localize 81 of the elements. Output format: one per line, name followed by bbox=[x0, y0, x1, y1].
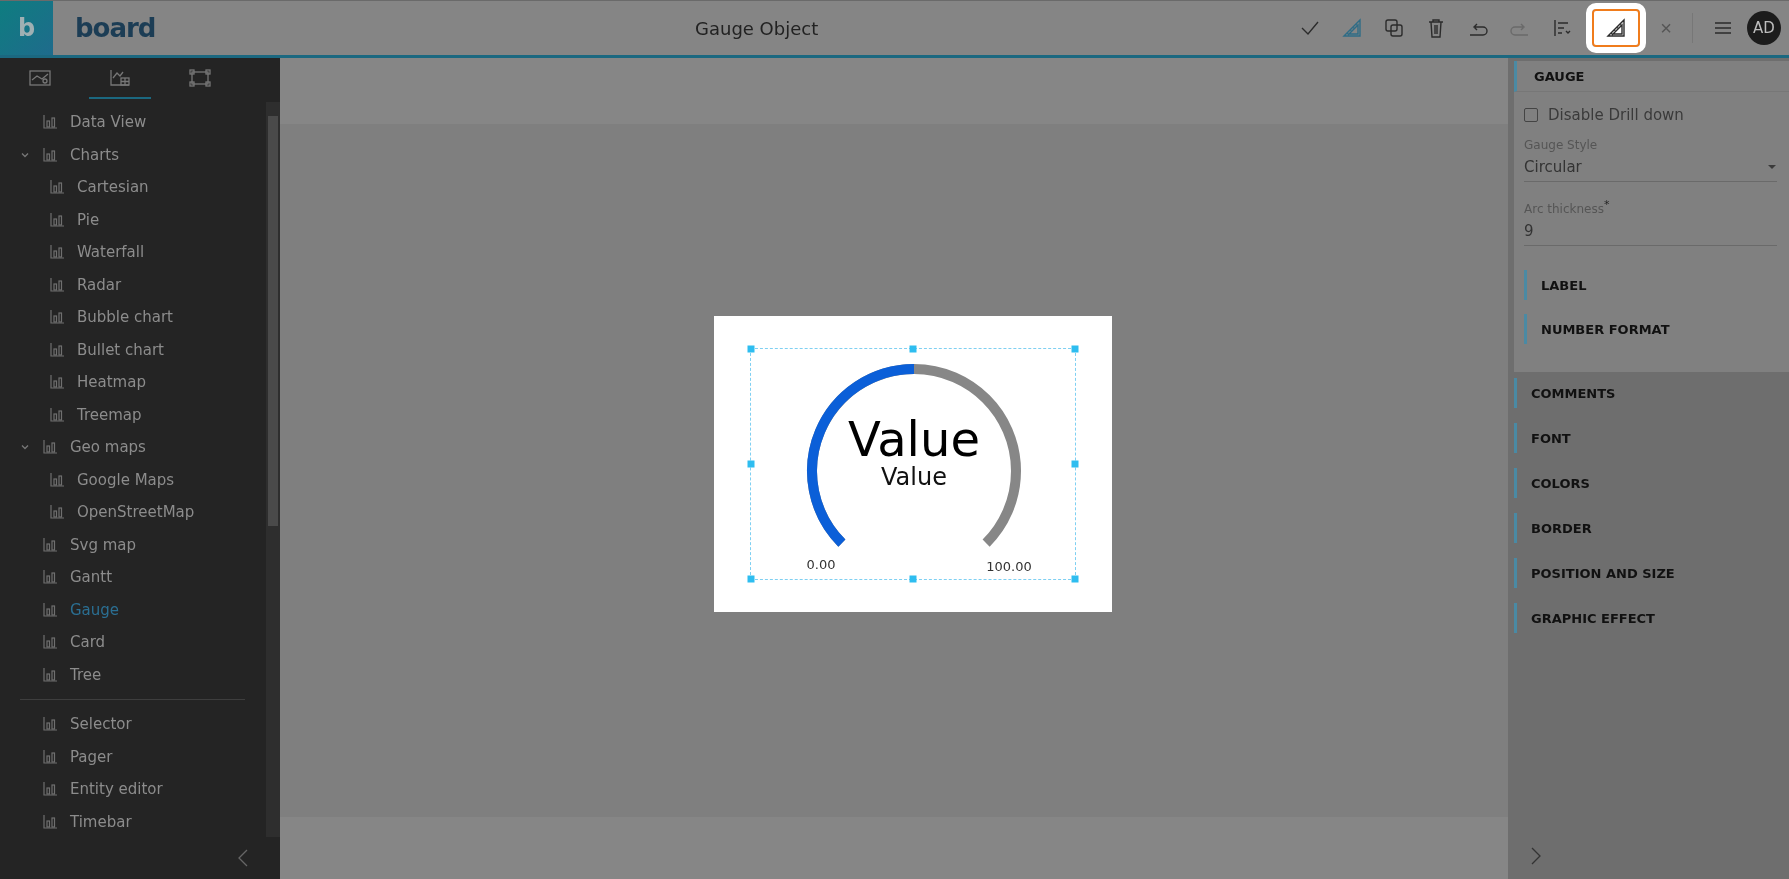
section-header[interactable]: GAUGE bbox=[1514, 61, 1789, 92]
chart-icon bbox=[49, 244, 65, 261]
sidebar-item[interactable]: Radar bbox=[20, 268, 245, 301]
chart-icon bbox=[49, 211, 65, 228]
chart-icon bbox=[49, 374, 65, 391]
logo-letter: b bbox=[17, 14, 36, 42]
sidebar-item[interactable]: Treemap bbox=[20, 398, 245, 431]
sidebar-item[interactable]: Gauge bbox=[20, 593, 245, 626]
chevron-right-icon bbox=[1530, 847, 1542, 865]
chart-icon bbox=[42, 439, 58, 456]
sidebar-item[interactable]: Waterfall bbox=[20, 236, 245, 269]
chart-icon bbox=[49, 406, 65, 423]
sidebar-item[interactable]: OpenStreetMap bbox=[20, 496, 245, 529]
sidebar-item[interactable]: Heatmap bbox=[20, 366, 245, 399]
gauge-min-label: 0.00 bbox=[806, 556, 836, 572]
gauge-max-label: 100.00 bbox=[986, 558, 1032, 574]
chart-icon bbox=[42, 716, 58, 733]
chart-icon bbox=[42, 666, 58, 683]
window-title: Gauge Object bbox=[695, 17, 820, 39]
chart-icon bbox=[49, 276, 65, 293]
section-header[interactable]: COMMENTS bbox=[1514, 378, 1789, 408]
resize-handle[interactable] bbox=[747, 345, 755, 352]
style-dropdown[interactable]: Circular bbox=[1524, 156, 1777, 182]
checkbox-row[interactable]: Disable Drill down bbox=[1524, 106, 1777, 124]
chart-icon bbox=[42, 781, 58, 798]
section-header[interactable]: COLORS bbox=[1514, 468, 1789, 498]
checkbox[interactable] bbox=[1524, 108, 1538, 122]
chart-icon bbox=[49, 309, 65, 326]
sidebar-item[interactable]: Timebar bbox=[20, 805, 245, 838]
sidebar-item[interactable]: Gantt bbox=[20, 561, 245, 594]
chart-icon bbox=[49, 504, 65, 521]
chart-icon bbox=[42, 146, 58, 163]
resize-handle[interactable] bbox=[1071, 460, 1079, 467]
chart-icon bbox=[42, 748, 58, 765]
sidebar-item[interactable]: Cartesian bbox=[20, 171, 245, 204]
copy-icon bbox=[1383, 17, 1406, 39]
section-header[interactable]: BORDER bbox=[1514, 513, 1789, 543]
selection-frame[interactable]: Value Value 0.00 100.00 bbox=[750, 347, 1076, 580]
resize-handle[interactable] bbox=[747, 575, 755, 582]
sidebar-item[interactable]: Bullet chart bbox=[20, 333, 245, 366]
chart-icon bbox=[42, 601, 58, 618]
frame-icon bbox=[188, 68, 212, 88]
sidebar-item[interactable]: Selector bbox=[20, 708, 245, 741]
chart-icon bbox=[49, 471, 65, 488]
checkbox-label: Disable Drill down bbox=[1548, 106, 1684, 124]
dropdown-caret-icon bbox=[1767, 164, 1777, 170]
subsection-header[interactable]: LABEL bbox=[1524, 270, 1777, 300]
chart-icon bbox=[49, 341, 65, 358]
sidebar-item[interactable]: Geo maps bbox=[20, 431, 245, 464]
subsection-header[interactable]: NUMBER FORMAT bbox=[1524, 314, 1777, 344]
chart-icon bbox=[42, 536, 58, 553]
section-header[interactable]: FONT bbox=[1514, 423, 1789, 453]
resize-handle[interactable] bbox=[747, 460, 755, 467]
chart-icon bbox=[49, 179, 65, 196]
thickness-field[interactable]: 9 bbox=[1524, 220, 1777, 246]
sidebar-item[interactable]: Entity editor bbox=[20, 773, 245, 806]
resize-handle[interactable] bbox=[1071, 575, 1079, 582]
logo-text: board bbox=[75, 13, 157, 43]
resize-handle[interactable] bbox=[1071, 345, 1079, 352]
chart-icon bbox=[42, 114, 58, 131]
resize-handle[interactable] bbox=[909, 345, 917, 352]
chevron-left-icon bbox=[237, 849, 249, 867]
chart-icon bbox=[42, 813, 58, 830]
section-header[interactable]: GRAPHIC EFFECT bbox=[1514, 603, 1789, 633]
chart-icon bbox=[108, 68, 132, 88]
section-header[interactable]: POSITION AND SIZE bbox=[1514, 558, 1789, 588]
sidebar-item[interactable]: Bubble chart bbox=[20, 301, 245, 334]
sidebar-item[interactable]: Card bbox=[20, 626, 245, 659]
chart-icon bbox=[42, 569, 58, 586]
sidebar-item[interactable]: Google Maps bbox=[20, 463, 245, 496]
sidebar-item[interactable]: Pager bbox=[20, 740, 245, 773]
sidebar-item[interactable]: Tree bbox=[20, 658, 245, 691]
sidebar-item[interactable]: Data View bbox=[20, 106, 245, 139]
chart-icon bbox=[42, 634, 58, 651]
scrollbar[interactable] bbox=[266, 102, 280, 837]
layout-icon bbox=[28, 68, 52, 88]
sidebar-item[interactable]: Pie bbox=[20, 203, 245, 236]
user-avatar[interactable]: AD bbox=[1747, 11, 1781, 45]
resize-handle[interactable] bbox=[909, 575, 917, 582]
sidebar-item[interactable]: Svg map bbox=[20, 528, 245, 561]
sidebar-item[interactable]: Charts bbox=[20, 138, 245, 171]
